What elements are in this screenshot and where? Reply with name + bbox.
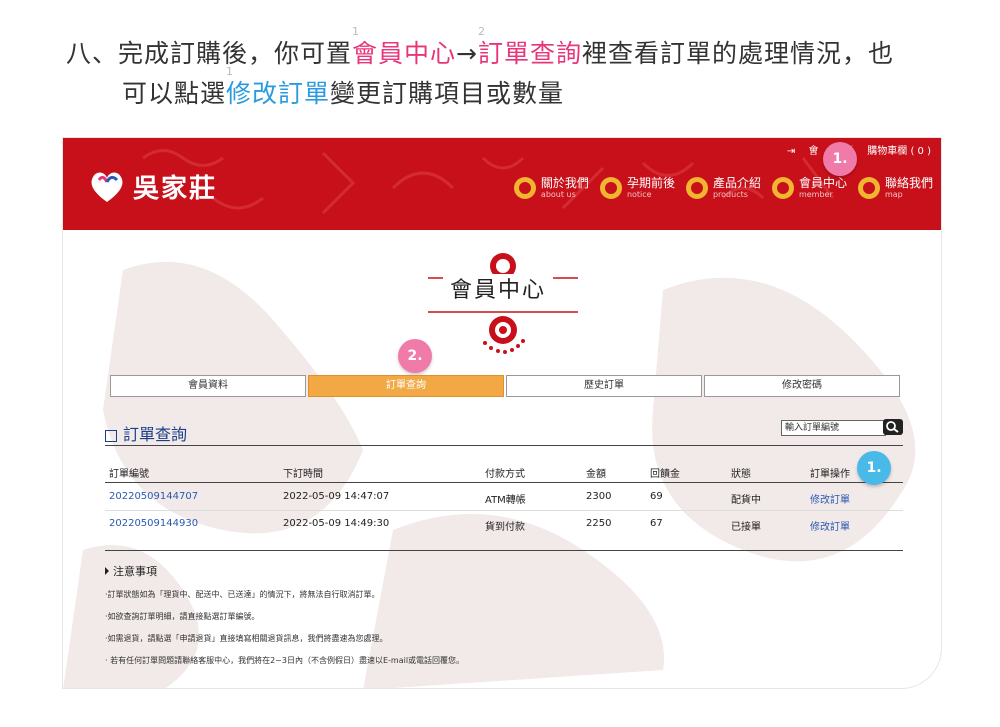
page-title: 會員中心 (443, 274, 553, 308)
lion-badge-icon (513, 177, 536, 199)
note-item: ‧如需退貨，請點選「申請退貨」直接填寫相關退貨訊息，我們將盡速為您處理。 (105, 634, 388, 643)
col-rebate: 回饋金 (650, 469, 680, 480)
tab-change-password[interactable]: 修改密碼 (704, 375, 900, 397)
site-logo[interactable]: 吳家莊 (87, 166, 217, 206)
modify-order-link[interactable]: 修改訂單 (810, 491, 850, 506)
website-screenshot: 吳家莊 ⇥ 會 🛒 購物車欄 ( 0 ) 關於我們about us 孕期前後no… (63, 138, 941, 688)
tab-order-query[interactable]: 訂單查詢 (308, 375, 504, 397)
list-icon (105, 429, 117, 442)
notes-title: 注意事項 (105, 563, 157, 579)
payment-method: 貨到付款 (485, 522, 525, 533)
instruction-text-1b: 裡查看訂單的處理情況，也 (582, 39, 895, 68)
step-number-2: 2 (477, 25, 486, 38)
lion-badge-icon (771, 177, 794, 199)
step-number-1b: 1 (226, 65, 235, 78)
order-time: 2022-05-09 14:47:07 (283, 491, 390, 502)
site-header: 吳家莊 ⇥ 會 🛒 購物車欄 ( 0 ) 關於我們about us 孕期前後no… (63, 138, 941, 230)
nav-about[interactable]: 關於我們 about us (513, 176, 589, 200)
col-payment: 付款方式 (485, 469, 525, 480)
search-icon (886, 421, 899, 433)
instruction-modify-order: 1 修改訂單 (226, 65, 331, 108)
modify-order-link[interactable]: 修改訂單 (810, 518, 850, 533)
col-order-number: 訂單編號 (109, 469, 149, 480)
member-tabs: 會員資料 訂單查詢 歷史訂單 修改密碼 (110, 375, 902, 397)
order-amount: 2250 (586, 518, 612, 529)
callout-step-2: 2. (398, 339, 432, 373)
nav-member[interactable]: 會員中心 member (771, 176, 847, 200)
search-button[interactable] (883, 419, 903, 435)
instruction-text-2b: 變更訂購項目或數量 (330, 79, 565, 108)
col-amount: 金額 (586, 469, 606, 480)
nav-products[interactable]: 產品介紹 products (685, 176, 761, 200)
header-rule (105, 482, 903, 483)
lion-badge-icon (685, 177, 708, 199)
col-status: 狀態 (731, 469, 751, 480)
rebate-amount: 67 (650, 518, 663, 529)
callout-step-1-modify: 1. (857, 451, 891, 485)
order-number-link[interactable]: 20220509144930 (109, 518, 198, 529)
step-number-1: 1 (352, 25, 361, 38)
callout-step-1-member: 1. (823, 142, 857, 176)
lion-badge-icon (599, 177, 622, 199)
instruction-line-1: 八、完成訂購後，你可置 1 會員中心→ 2 訂單查詢裡查看訂單的處理情況，也 (66, 25, 895, 70)
instruction-text-2a: 可以點選 (122, 79, 227, 108)
col-actions: 訂單操作 (810, 469, 850, 480)
logo-heart-icon (91, 172, 123, 202)
section-rule (105, 445, 903, 446)
instruction-text-1a: 八、完成訂購後，你可置 (66, 39, 353, 68)
note-item: ‧如欲查詢訂單明細，請直接點選訂單編號。 (105, 612, 260, 621)
order-status: 配貨中 (731, 495, 761, 506)
note-item: ‧訂單狀態如為「理貨中、配送中、已送達」的情況下，將無法自行取消訂單。 (105, 590, 380, 599)
note-item: ‧ 若有任何訂單問題請聯絡客服中心，我們將在2~3日內（不含例假日）盡速以E-m… (105, 656, 465, 665)
nav-notice[interactable]: 孕期前後 notice (599, 176, 675, 200)
tab-order-history[interactable]: 歷史訂單 (506, 375, 702, 397)
table-bottom-rule (105, 550, 903, 551)
lion-badge-icon (857, 177, 880, 199)
tab-member-info[interactable]: 會員資料 (110, 375, 306, 397)
instruction-line-2: 可以點選 1 修改訂單變更訂購項目或數量 (122, 65, 565, 110)
instruction-order-query: 2 訂單查詢 (477, 25, 582, 68)
payment-method: ATM轉帳 (485, 495, 526, 506)
login-link[interactable]: ⇥ 會 (787, 146, 819, 157)
main-nav: 關於我們 about us 孕期前後 notice 產品介紹 products 會員中… (503, 176, 933, 200)
nav-contact[interactable]: 聯絡我們 map (857, 176, 933, 200)
section-title: 訂單查詢 (105, 421, 187, 445)
rebate-amount: 69 (650, 491, 663, 502)
order-time: 2022-05-09 14:49:30 (283, 518, 390, 529)
order-number-link[interactable]: 20220509144707 (109, 491, 198, 502)
order-status: 已接單 (731, 522, 761, 533)
instruction-member-center: 1 會員中心 (352, 25, 457, 68)
bookmark-icon (105, 567, 109, 575)
col-order-time: 下訂時間 (283, 469, 323, 480)
logo-text: 吳家莊 (133, 173, 218, 204)
instruction-arrow: → (456, 39, 478, 68)
row-divider (105, 510, 903, 511)
order-search-input[interactable]: 輸入訂單編號 (781, 420, 886, 436)
order-amount: 2300 (586, 491, 612, 502)
